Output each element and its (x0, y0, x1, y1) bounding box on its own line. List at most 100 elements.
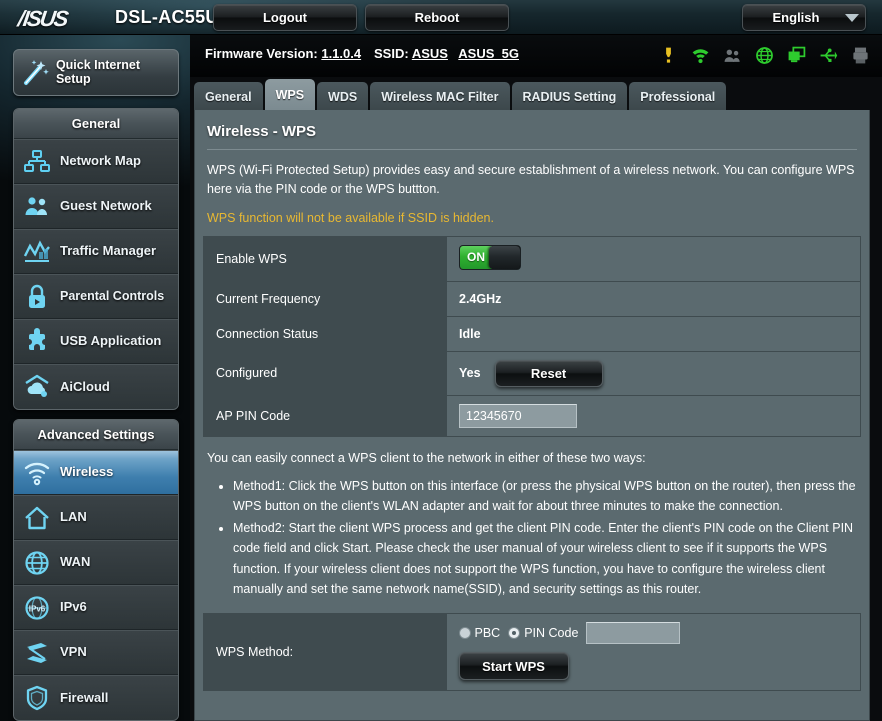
configured-value-cell: Yes Reset (446, 351, 861, 396)
language-selector[interactable]: English (742, 4, 866, 31)
wifi-icon[interactable] (691, 46, 710, 65)
reboot-button[interactable]: Reboot (365, 4, 509, 31)
ssid-label: SSID: (374, 46, 409, 61)
list-item: Method1: Click the WPS button on this in… (233, 476, 857, 517)
sidebar-group-advanced-header: Advanced Settings (14, 420, 178, 450)
sidebar-item-parental-controls[interactable]: Parental Controls (14, 274, 178, 319)
sidebar-item-wan[interactable]: WAN (14, 540, 178, 585)
asus-logo: /ISUS (16, 6, 69, 31)
ssid-hidden-warning: WPS function will not be available if SS… (207, 210, 494, 225)
toggle-knob (489, 245, 520, 269)
router-admin-page: /ISUS DSL-AC55U Logout Reboot English Fi… (0, 0, 882, 721)
aicloud-icon (14, 365, 60, 410)
vpn-icon (14, 630, 60, 675)
screens-icon[interactable] (787, 46, 806, 65)
tab-professional[interactable]: Professional (629, 82, 727, 111)
usb-icon[interactable] (819, 46, 838, 65)
table-row: Current Frequency 2.4GHz (203, 281, 861, 317)
client-pin-code-input[interactable] (586, 622, 681, 644)
tab-general[interactable]: General (194, 82, 263, 111)
configured-label: Configured (203, 351, 447, 396)
ssid-5ghz-link[interactable]: ASUS_5G (458, 46, 519, 61)
pbc-radio-dot[interactable] (458, 627, 471, 639)
pin-code-radio-option[interactable]: PIN Code (508, 626, 578, 640)
sidebar-item-guest-network[interactable]: Guest Network (14, 184, 178, 229)
main-content: General WPS WDS Wireless MAC Filter RADI… (190, 77, 882, 721)
wireless-icon (14, 450, 60, 495)
tab-bar: General WPS WDS Wireless MAC Filter RADI… (190, 77, 728, 111)
list-item: Method2: Start the client WPS process an… (233, 518, 857, 599)
ap-pin-code-input[interactable] (459, 403, 577, 428)
start-wps-button[interactable]: Start WPS (458, 652, 569, 680)
clients-icon[interactable] (723, 46, 742, 65)
language-label: English (772, 10, 820, 25)
firmware-info-bar: Firmware Version: 1.1.0.4 SSID: ASUS ASU… (190, 35, 882, 77)
sidebar-item-label: Firewall (60, 689, 109, 705)
configured-value: Yes (459, 366, 481, 381)
sidebar-item-label: Network Map (60, 153, 141, 169)
enable-wps-value-cell: ON (446, 236, 861, 282)
current-frequency-value: 2.4GHz (446, 281, 861, 317)
enable-wps-label: Enable WPS (203, 236, 447, 282)
sidebar-navigation: Quick Internet Setup General Network Map… (0, 35, 190, 721)
sidebar-item-ipv6[interactable]: IPv6 IPv6 (14, 585, 178, 630)
sidebar-group-general: General Network Map Guest Network Traffi… (13, 108, 179, 410)
table-row: Enable WPS ON (203, 236, 861, 282)
top-header-bar: /ISUS DSL-AC55U Logout Reboot English (0, 0, 882, 35)
sidebar-item-vpn[interactable]: VPN (14, 630, 178, 675)
sidebar-item-label: USB Application (60, 333, 162, 349)
enable-wps-toggle[interactable]: ON (459, 244, 521, 270)
network-map-icon (14, 139, 60, 184)
sidebar-item-wireless[interactable]: Wireless (14, 450, 178, 495)
firmware-version-text: Firmware Version: 1.1.0.4 (205, 46, 361, 61)
table-row: Connection Status Idle (203, 316, 861, 352)
connection-status-value: Idle (446, 316, 861, 352)
usb-application-icon (14, 319, 60, 364)
ap-pin-code-label: AP PIN Code (203, 395, 447, 437)
methods-list: Method1: Click the WPS button on this in… (207, 476, 857, 600)
firmware-version-value[interactable]: 1.1.0.4 (321, 46, 361, 61)
sidebar-item-label: WAN (60, 554, 91, 570)
sidebar-item-usb-application[interactable]: USB Application (14, 319, 178, 364)
sidebar-item-network-map[interactable]: Network Map (14, 139, 178, 184)
sidebar-item-lan[interactable]: LAN (14, 495, 178, 540)
table-row: AP PIN Code (203, 395, 861, 437)
alert-bulb-icon[interactable] (659, 46, 678, 65)
wps-settings-table: Enable WPS ON Current Frequency 2.4GHz C… (203, 235, 861, 437)
ssid-24ghz-link[interactable]: ASUS (412, 46, 448, 61)
ssid-info-text: SSID: ASUS ASUS_5G (374, 46, 519, 61)
printer-icon[interactable] (851, 46, 870, 65)
sidebar-item-label: IPv6 (60, 599, 87, 615)
tab-wds[interactable]: WDS (317, 82, 369, 111)
current-frequency-label: Current Frequency (203, 281, 447, 317)
sidebar-item-firewall[interactable]: Firewall (14, 675, 178, 720)
firmware-version-label: Firmware Version: (205, 46, 318, 61)
logout-button[interactable]: Logout (213, 4, 357, 31)
router-model-name: DSL-AC55U (115, 7, 219, 27)
pbc-radio-option[interactable]: PBC (458, 626, 500, 640)
traffic-manager-icon (14, 229, 60, 274)
firewall-icon (14, 676, 60, 721)
table-row: WPS Method: PBC PIN Code Start WPS (203, 613, 861, 691)
reset-button[interactable]: Reset (494, 359, 603, 387)
page-intro-text: WPS (Wi-Fi Protected Setup) provides eas… (207, 163, 855, 197)
tab-radius-setting[interactable]: RADIUS Setting (511, 82, 628, 111)
internet-globe-icon[interactable] (755, 46, 774, 65)
wps-method-table: WPS Method: PBC PIN Code Start WPS (203, 613, 861, 691)
wps-method-radio-group: PBC PIN Code (458, 622, 861, 644)
wan-icon (14, 540, 60, 585)
sidebar-item-traffic-manager[interactable]: Traffic Manager (14, 229, 178, 274)
sidebar-item-label: Wireless (60, 464, 114, 480)
tab-wireless-mac-filter[interactable]: Wireless MAC Filter (370, 82, 510, 111)
sidebar-item-label: Guest Network (60, 198, 152, 214)
page-title: Wireless - WPS (207, 123, 317, 140)
sidebar-item-label: Parental Controls (60, 289, 165, 304)
ipv6-icon: IPv6 (14, 585, 60, 630)
wps-method-value-cell: PBC PIN Code Start WPS (446, 613, 861, 691)
toggle-on-label: ON (460, 245, 492, 269)
sidebar-item-aicloud[interactable]: AiCloud (14, 364, 178, 409)
sidebar-group-advanced: Advanced Settings Wireless LAN WAN IPv6 … (13, 419, 179, 721)
pin-code-radio-dot[interactable] (508, 627, 521, 639)
quick-internet-setup-button[interactable]: Quick Internet Setup (13, 49, 179, 96)
tab-wps[interactable]: WPS (264, 79, 316, 111)
